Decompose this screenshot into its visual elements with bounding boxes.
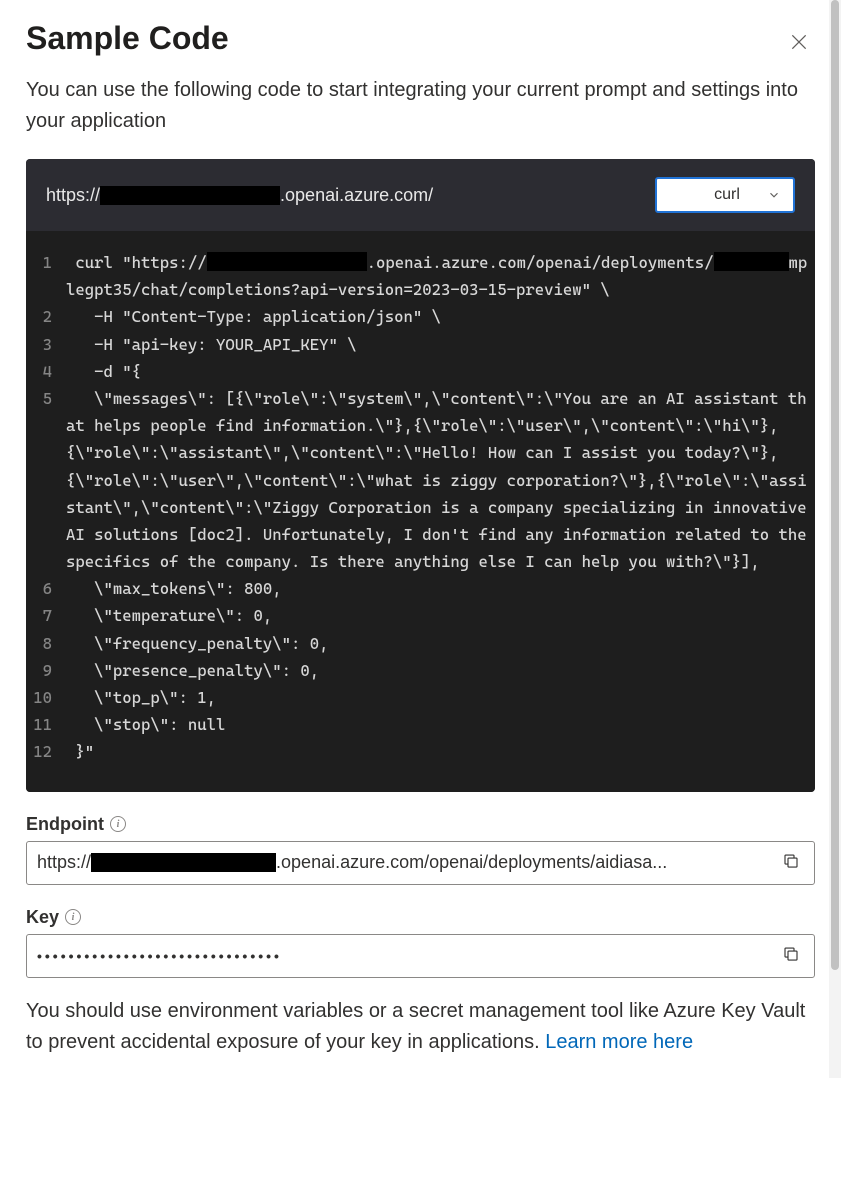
key-field-block: Key i ••••••••••••••••••••••••••••••• (26, 907, 815, 978)
line-content: curl "https://.openai.azure.com/openai/d… (66, 249, 809, 303)
code-line: 1 curl "https://.openai.azure.com/openai… (32, 249, 809, 303)
language-select[interactable]: curl (655, 177, 795, 213)
panel-header: Sample Code (26, 12, 815, 75)
close-button[interactable] (783, 26, 815, 61)
line-content: \"temperature\": 0, (66, 602, 809, 629)
redacted-segment (207, 252, 367, 271)
line-content: -H "Content-Type: application/json" \ (66, 303, 809, 330)
learn-more-link[interactable]: Learn more here (545, 1031, 693, 1053)
code-line: 9 \"presence_penalty\": 0, (32, 657, 809, 684)
code-line: 2 -H "Content-Type: application/json" \ (32, 303, 809, 330)
endpoint-url-suffix: .openai.azure.com/ (280, 185, 433, 206)
panel-subtitle: You can use the following code to start … (26, 75, 815, 137)
endpoint-value-suffix: .openai.azure.com/openai/deployments/aid… (276, 852, 667, 873)
info-icon[interactable]: i (65, 909, 81, 925)
endpoint-url-display: https:// .openai.azure.com/ (46, 185, 433, 206)
line-number: 9 (32, 657, 66, 684)
line-content: \"stop\": null (66, 711, 809, 738)
endpoint-field-block: Endpoint i https:// .openai.azure.com/op… (26, 814, 815, 885)
scrollbar-track[interactable] (829, 0, 841, 1078)
code-body[interactable]: 1 curl "https://.openai.azure.com/openai… (26, 231, 815, 792)
line-content: \"presence_penalty\": 0, (66, 657, 809, 684)
endpoint-url-prefix: https:// (46, 185, 100, 206)
key-warning: You should use environment variables or … (26, 996, 815, 1058)
code-area: https:// .openai.azure.com/ curl 1 curl … (26, 159, 815, 792)
code-line: 8 \"frequency_penalty\": 0, (32, 630, 809, 657)
code-line: 10 \"top_p\": 1, (32, 684, 809, 711)
endpoint-value: https:// .openai.azure.com/openai/deploy… (37, 852, 778, 873)
line-number: 5 (32, 385, 66, 412)
code-header: https:// .openai.azure.com/ curl (26, 159, 815, 231)
sample-code-panel: Sample Code You can use the following co… (0, 0, 841, 1078)
close-icon (789, 32, 809, 52)
line-content: \"frequency_penalty\": 0, (66, 630, 809, 657)
language-select-value: curl (696, 186, 740, 204)
line-content: \"top_p\": 1, (66, 684, 809, 711)
code-line: 6 \"max_tokens\": 800, (32, 575, 809, 602)
chevron-down-icon (767, 188, 781, 202)
line-number: 4 (32, 358, 66, 385)
copy-endpoint-button[interactable] (778, 848, 804, 877)
line-number: 2 (32, 303, 66, 330)
line-number: 12 (32, 738, 66, 765)
scrollbar-thumb[interactable] (831, 0, 839, 970)
endpoint-input[interactable]: https:// .openai.azure.com/openai/deploy… (26, 841, 815, 885)
code-line: 4 -d "{ (32, 358, 809, 385)
key-label-text: Key (26, 907, 59, 928)
code-line: 11 \"stop\": null (32, 711, 809, 738)
line-number: 1 (32, 249, 66, 276)
code-line: 5 \"messages\": [{\"role\":\"system\",\"… (32, 385, 809, 575)
copy-key-button[interactable] (778, 941, 804, 970)
endpoint-label-text: Endpoint (26, 814, 104, 835)
line-content: \"max_tokens\": 800, (66, 575, 809, 602)
endpoint-value-prefix: https:// (37, 852, 91, 873)
copy-icon (782, 852, 800, 870)
code-line: 3 -H "api-key: YOUR_API_KEY" \ (32, 331, 809, 358)
key-label: Key i (26, 907, 815, 928)
line-number: 10 (32, 684, 66, 711)
line-number: 8 (32, 630, 66, 657)
line-content: }" (66, 738, 809, 765)
line-content: \"messages\": [{\"role\":\"system\",\"co… (66, 385, 809, 575)
redacted-segment (100, 186, 280, 205)
line-number: 11 (32, 711, 66, 738)
key-input[interactable]: ••••••••••••••••••••••••••••••• (26, 934, 815, 978)
copy-icon (782, 945, 800, 963)
line-number: 6 (32, 575, 66, 602)
redacted-segment (91, 853, 276, 872)
code-line: 12 }" (32, 738, 809, 765)
key-value-masked: ••••••••••••••••••••••••••••••• (37, 948, 778, 964)
panel-title: Sample Code (26, 20, 229, 57)
line-content: -H "api-key: YOUR_API_KEY" \ (66, 331, 809, 358)
line-number: 3 (32, 331, 66, 358)
info-icon[interactable]: i (110, 816, 126, 832)
code-line: 7 \"temperature\": 0, (32, 602, 809, 629)
line-content: -d "{ (66, 358, 809, 385)
endpoint-label: Endpoint i (26, 814, 815, 835)
redacted-segment (714, 252, 789, 271)
line-number: 7 (32, 602, 66, 629)
